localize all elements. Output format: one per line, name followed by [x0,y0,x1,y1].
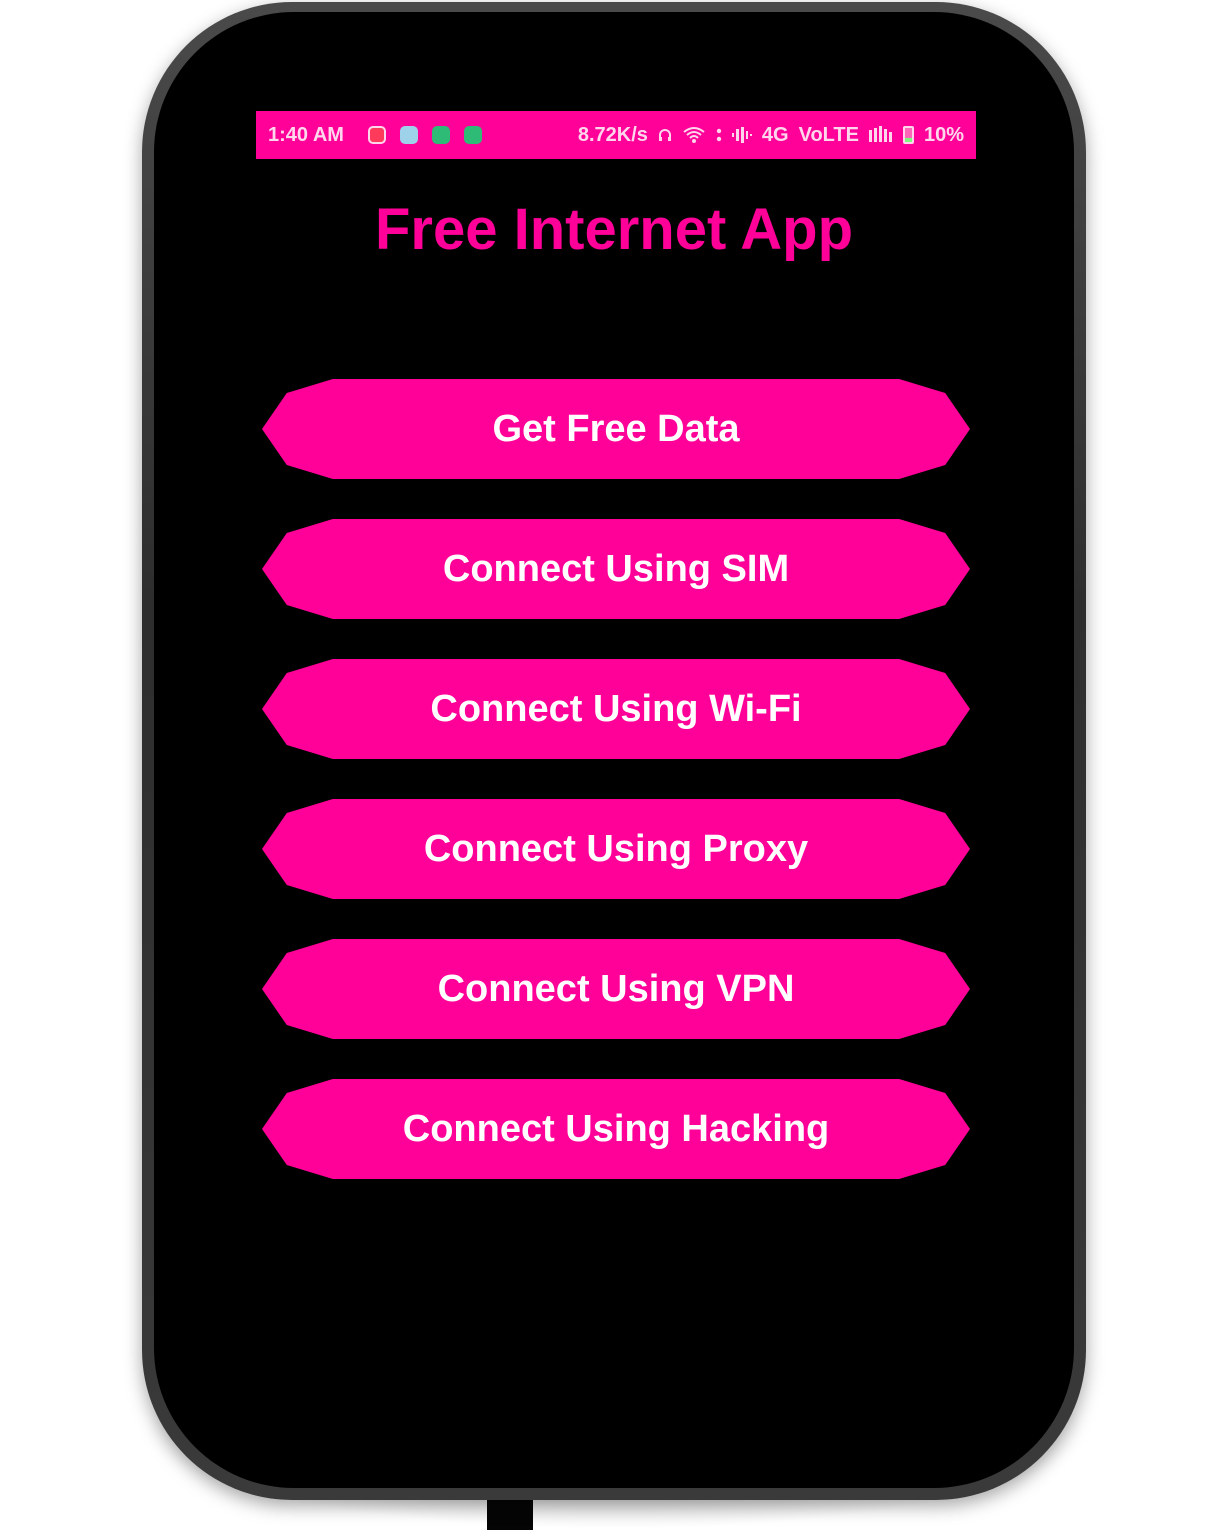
get-free-data-button[interactable]: Get Free Data [262,379,970,479]
volte-label: VoLTE [798,123,859,146]
connect-proxy-button[interactable]: Connect Using Proxy [262,799,970,899]
network-type: 4G [761,123,789,146]
headphone-icon [658,128,672,142]
status-bar-left: 1:40 AM [268,124,482,147]
app-screen: 1:40 AM 8.72K/s 4G VoLTE 10% Free Intern… [154,12,1074,1488]
notes-app-icon [399,126,418,144]
status-bar-right: 8.72K/s 4G VoLTE 10% [578,124,964,147]
connect-sim-button[interactable]: Connect Using SIM [262,519,970,619]
connect-hacking-button[interactable]: Connect Using Hacking [262,1079,970,1179]
wifi-icon [682,126,706,144]
data-transfer-icon [716,127,722,143]
game-app-icon [463,126,482,144]
signal-vibrate-icon [731,126,752,144]
status-time: 1:40 AM [268,123,344,146]
battery-icon [902,126,914,144]
battery-percent: 10% [923,123,964,146]
connect-wifi-button[interactable]: Connect Using Wi-Fi [262,659,970,759]
status-bar: 1:40 AM 8.72K/s 4G VoLTE 10% [256,111,976,159]
signal-strength-icon [868,126,893,144]
connect-vpn-button[interactable]: Connect Using VPN [262,939,970,1039]
music-app-icon [367,126,386,144]
app-title: Free Internet App [374,197,854,262]
menu-buttons: Get Free Data Connect Using SIM Connect … [262,379,970,1219]
game-app-icon [431,126,450,144]
tablet-frame: 1:40 AM 8.72K/s 4G VoLTE 10% Free Intern… [142,2,1086,1500]
net-speed: 8.72K/s [577,123,648,146]
mockup-stage: 1:40 AM 8.72K/s 4G VoLTE 10% Free Intern… [0,0,1228,1538]
